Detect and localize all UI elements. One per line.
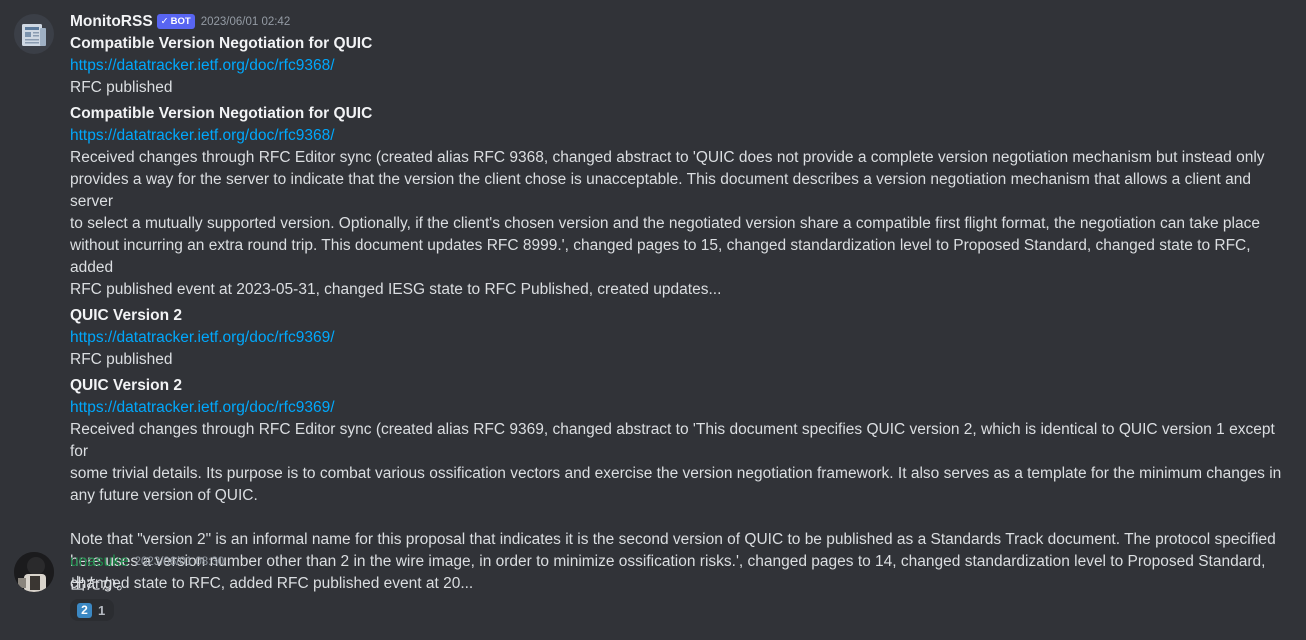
bot-badge: ✓ BOT xyxy=(156,13,195,29)
message-header: MonitoRSS ✓ BOT 2023/06/01 02:42 xyxy=(70,11,1288,33)
message-text: 出たか。 xyxy=(70,575,132,593)
feed-item-link[interactable]: https://datatracker.ietf.org/doc/rfc9369… xyxy=(70,399,335,416)
feed-item-body: RFC published xyxy=(70,351,173,368)
feed-item: Compatible Version Negotiation for QUIC … xyxy=(70,33,1288,99)
avatar[interactable] xyxy=(14,14,54,54)
keycap-2-emoji: 2 xyxy=(77,602,92,618)
feed-item: QUIC Version 2 https://datatracker.ietf.… xyxy=(70,305,1288,371)
verified-check-icon: ✓ xyxy=(160,15,169,27)
reaction-button[interactable]: 2 1 xyxy=(70,599,114,621)
timestamp[interactable]: 2023/06/01 02:42 xyxy=(201,16,291,28)
user-avatar xyxy=(14,552,54,592)
feed-item-title: Compatible Version Negotiation for QUIC xyxy=(70,105,373,122)
feed-item-link[interactable]: https://datatracker.ietf.org/doc/rfc9368… xyxy=(70,127,335,144)
rss-feed-icon xyxy=(22,24,46,46)
feed-item-link[interactable]: https://datatracker.ietf.org/doc/rfc9368… xyxy=(70,57,335,74)
feed-item-link[interactable]: https://datatracker.ietf.org/doc/rfc9369… xyxy=(70,329,335,346)
feed-item-body: Received changes through RFC Editor sync… xyxy=(70,149,1265,298)
username[interactable]: MonitoRSS xyxy=(70,13,153,30)
reaction-count: 1 xyxy=(98,602,106,618)
feed-item-body: RFC published xyxy=(70,79,173,96)
feed-item-title: QUIC Version 2 xyxy=(70,307,182,324)
message-header: unasuke 2023/06/01 08:30 xyxy=(70,551,1288,573)
username[interactable]: unasuke xyxy=(70,553,129,570)
bot-badge-label: BOT xyxy=(170,15,191,27)
timestamp[interactable]: 2023/06/01 08:30 xyxy=(135,556,225,568)
feed-item-title: QUIC Version 2 xyxy=(70,377,182,394)
feed-item: Compatible Version Negotiation for QUIC … xyxy=(70,103,1288,301)
avatar[interactable] xyxy=(14,552,54,592)
feed-item-title: Compatible Version Negotiation for QUIC xyxy=(70,35,373,52)
